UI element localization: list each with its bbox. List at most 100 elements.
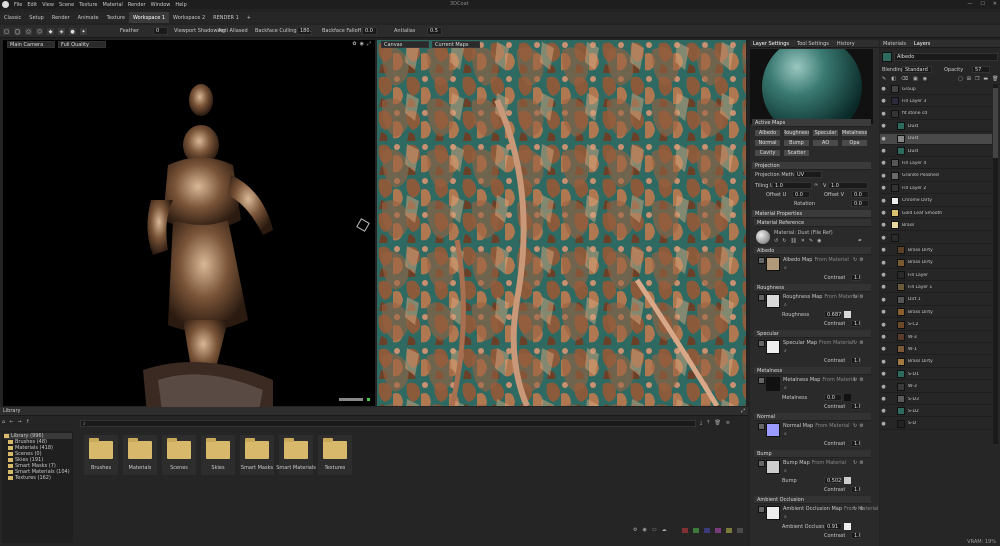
section-header-1[interactable]: Roughness [754, 284, 871, 292]
map-button-cavity[interactable]: Cavity [754, 149, 781, 157]
eye-icon[interactable]: ● [880, 222, 887, 229]
section-header-2[interactable]: Specular [754, 330, 871, 338]
viewport-3d[interactable]: Main Camera Full Quality ✿ ◉ ⤢ [3, 40, 375, 425]
map-search-icon[interactable]: ⌕ [784, 385, 787, 391]
contrast-field[interactable]: 1.0 [851, 440, 861, 447]
param-field[interactable]: 0.91 [824, 523, 842, 530]
eye-icon[interactable]: ● [880, 210, 887, 217]
menu-item-view[interactable]: View [42, 2, 54, 8]
eye-icon[interactable]: ● [880, 383, 887, 390]
map-button-albedo[interactable]: Albedo [754, 129, 781, 137]
map-color-swatch[interactable] [766, 340, 780, 354]
map-thumbnail[interactable] [758, 340, 765, 347]
refresh-icon[interactable]: ↻ [853, 340, 857, 346]
eye-icon[interactable]: ● [880, 148, 887, 155]
eye-icon[interactable]: ● [880, 346, 887, 353]
ref-target-icon[interactable]: ◉ [817, 238, 821, 244]
stamp-icon[interactable]: ◉ [923, 76, 927, 82]
eye-icon[interactable]: ● [880, 371, 887, 378]
layer-row[interactable]: ● Brass Dirty [880, 357, 992, 368]
eye-icon[interactable]: ● [880, 358, 887, 365]
eye-icon[interactable]: ● [880, 259, 887, 266]
eye-icon[interactable]: ● [880, 420, 887, 427]
forward-icon[interactable]: → [17, 419, 21, 425]
eye-icon[interactable]: ● [880, 396, 887, 403]
param-field[interactable]: 0.687 [824, 311, 842, 318]
eyedropper-icon[interactable]: ✒ [858, 238, 862, 244]
layer-row[interactable]: ● W-1 [880, 344, 992, 356]
color-swatch[interactable] [704, 528, 710, 533]
layer-row[interactable]: ● Fill Layer 1 [880, 282, 992, 294]
layers-tab-0[interactable]: Materials [883, 41, 906, 47]
refresh-icon[interactable]: ↻ [853, 294, 857, 300]
menu-icon[interactable]: ≡ [726, 420, 730, 426]
active-maps-header[interactable]: Active Maps [752, 119, 871, 127]
offset-v-field[interactable]: 0.0 [851, 191, 869, 198]
map-color-swatch[interactable] [766, 423, 780, 437]
back-icon[interactable]: ← [9, 419, 13, 425]
layer-row[interactable]: ● W-3 [880, 382, 992, 393]
options-icon[interactable]: ⚙ [859, 506, 863, 512]
eye-icon[interactable]: ● [880, 98, 887, 105]
blending-mode-select[interactable]: Standard [902, 66, 932, 73]
antialias-field[interactable]: 0.5 [427, 27, 442, 35]
map-button-bump[interactable]: Bump [783, 139, 810, 147]
library-folder-5[interactable]: Smart Materials [276, 435, 316, 475]
menu-item-render[interactable]: Render [128, 2, 146, 8]
map-button-roughness[interactable]: Roughness [783, 129, 810, 137]
projection-header[interactable]: Projection [752, 162, 871, 170]
map-color-swatch[interactable] [766, 377, 780, 391]
layer-row[interactable]: ● Dust [880, 121, 992, 133]
section-header-4[interactable]: Normal [754, 413, 871, 421]
menu-item-texture[interactable]: Texture [79, 2, 97, 8]
monitor-icon[interactable]: ▭ [652, 527, 657, 533]
cloud-icon[interactable]: ☁ [662, 527, 667, 533]
material-properties-header[interactable]: Material Properties [752, 210, 871, 218]
library-folder-6[interactable]: Textures [318, 435, 352, 475]
map-search-icon[interactable]: ⌕ [784, 514, 787, 520]
library-expand-icon[interactable]: ⤢ [741, 408, 745, 414]
rect-select-icon[interactable]: ▢ [2, 27, 11, 36]
viewport-camera-icon[interactable]: ◉ [360, 41, 364, 47]
projection-method-select[interactable]: UV [794, 171, 822, 178]
library-tree-item[interactable]: Textures (162) [8, 475, 51, 481]
color-swatch[interactable] [737, 528, 743, 533]
layers-tab-1[interactable]: Layers [914, 41, 931, 47]
color-swatch[interactable] [693, 528, 699, 533]
contrast-field[interactable]: 1.0 [851, 403, 861, 410]
library-search-input[interactable]: ⌕ [80, 420, 696, 427]
eye-icon[interactable]: ● [880, 296, 887, 303]
layer-row[interactable]: ● [880, 233, 992, 244]
map-search-icon[interactable]: ⌕ [784, 265, 787, 271]
contrast-field[interactable]: 1.0 [851, 320, 861, 327]
rotation-field[interactable]: 0.0 [851, 200, 869, 207]
viewport-expand-icon[interactable]: ⤢ [367, 41, 371, 47]
map-button-metalness[interactable]: Metalness [841, 129, 868, 137]
opacity-field[interactable]: 0.0 [362, 27, 377, 35]
material-ref-thumb[interactable] [756, 230, 770, 244]
workspace-tab-6[interactable]: Workspace 2 [169, 12, 209, 23]
new-layer-icon[interactable]: ⊞ [967, 76, 971, 82]
viewport-settings-icon[interactable]: ✿ [352, 41, 356, 47]
map-button-opa[interactable]: Opa [841, 139, 868, 147]
menu-item-help[interactable]: Help [175, 2, 186, 8]
ref-clear-icon[interactable]: ✕ [801, 238, 805, 244]
layer-row[interactable]: ● S-D [880, 419, 992, 430]
options-icon[interactable]: ⚙ [859, 377, 863, 383]
gradient-icon[interactable]: ◧ [891, 76, 896, 82]
map-thumbnail[interactable] [758, 377, 765, 384]
contrast-field[interactable]: 1.0 [851, 532, 861, 539]
delete-icon[interactable]: 🗑 [714, 420, 720, 426]
workspace-tab-8[interactable]: + [243, 12, 255, 23]
backface-culling-toggle[interactable]: Backface Culling [255, 28, 297, 34]
fill-icon[interactable]: ◆ [46, 27, 55, 36]
map-button-normal[interactable]: Normal [754, 139, 781, 147]
layer-row[interactable]: ● W-3 [880, 332, 992, 343]
map-thumbnail[interactable] [758, 423, 765, 430]
map-color-swatch[interactable] [766, 257, 780, 271]
up-icon[interactable]: ↑ [26, 419, 30, 425]
library-folder-4[interactable]: Smart Masks [240, 435, 274, 475]
layer-row[interactable]: ● Dust [880, 146, 992, 157]
workspace-tab-2[interactable]: Render [48, 12, 74, 23]
param-field[interactable]: 0.502 [824, 477, 842, 484]
